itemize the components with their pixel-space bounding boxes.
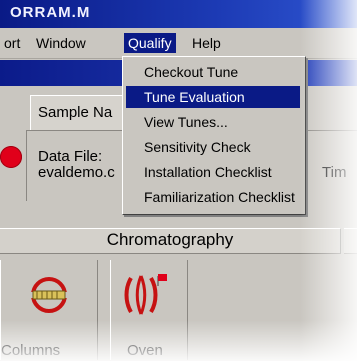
menu-item-view-tunes[interactable]: View Tunes... [126, 111, 300, 133]
data-file-label: Data File: [38, 148, 103, 165]
oven-label: Oven [127, 342, 163, 359]
data-file-value: evaldemo.c [38, 164, 115, 181]
menu-item-tune-evaluation[interactable]: Tune Evaluation [126, 86, 300, 108]
oven-icon [121, 272, 169, 323]
qualify-dropdown-menu: Checkout Tune Tune Evaluation View Tunes… [122, 56, 306, 215]
menu-item-label: Checkout Tune [144, 64, 239, 80]
columns-button[interactable]: Columns [0, 260, 98, 360]
menu-help[interactable]: Help [188, 33, 225, 53]
menu-item-label: Tune Evaluation [144, 89, 245, 105]
menu-item-installation-checklist[interactable]: Installation Checklist [126, 161, 300, 183]
status-indicator-dot [0, 146, 22, 168]
oven-button[interactable]: Oven [110, 260, 188, 360]
menu-item-label: Sensitivity Check [144, 139, 251, 155]
menu-bar: ort Window Qualify Help [0, 28, 357, 59]
section-title: Chromatography [106, 230, 234, 249]
menu-window-label: Window [36, 35, 86, 51]
columns-icon [27, 274, 71, 321]
time-label: Tim [322, 164, 347, 181]
menu-qualify-label: Qualify [128, 35, 172, 51]
menu-qualify[interactable]: Qualify [124, 33, 176, 53]
window-title: ORRAM.M [10, 4, 91, 21]
menu-item-checkout-tune[interactable]: Checkout Tune [126, 61, 300, 83]
menu-item-sensitivity-check[interactable]: Sensitivity Check [126, 136, 300, 158]
menu-window[interactable]: Window [32, 33, 90, 53]
menu-help-label: Help [192, 35, 221, 51]
columns-label: Columns [1, 342, 61, 359]
menu-import[interactable]: ort [0, 33, 24, 53]
title-bar: ORRAM.M [0, 0, 357, 28]
menu-item-label: Familiarization Checklist [144, 189, 295, 205]
next-section-header [344, 228, 357, 254]
application-window: ORRAM.M ort Window Qualify Help Sample N… [0, 0, 357, 361]
sample-name-label: Sample Na [38, 104, 113, 121]
menu-item-familiarization-checklist[interactable]: Familiarization Checklist [126, 186, 300, 208]
menu-item-label: View Tunes... [144, 114, 228, 130]
menu-item-label: Installation Checklist [144, 164, 272, 180]
